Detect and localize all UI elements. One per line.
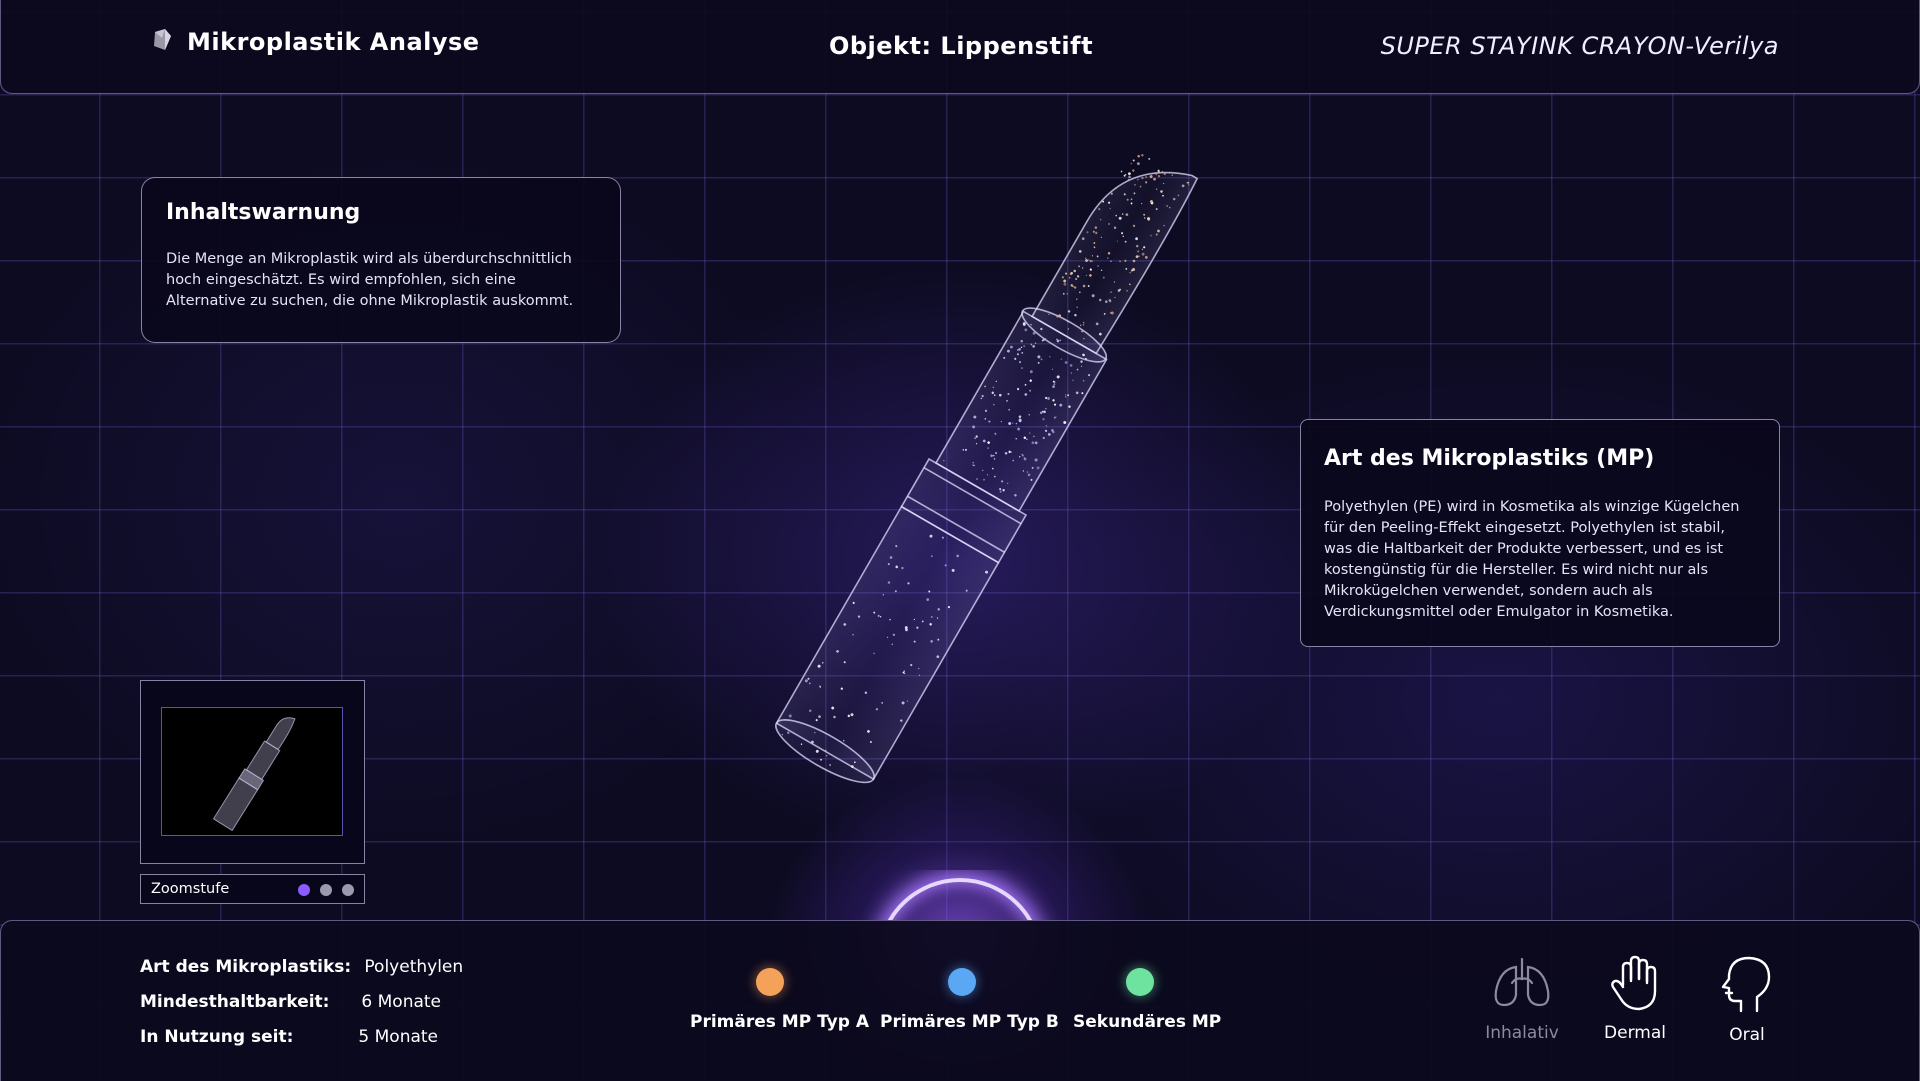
- legend-primary-a[interactable]: Primäres MP Typ A: [690, 968, 870, 1032]
- particle: [1128, 175, 1131, 179]
- thumbnail-preview[interactable]: [140, 680, 365, 864]
- platform-ring: [860, 870, 1060, 920]
- zoom-dot-3[interactable]: [342, 884, 354, 896]
- info-label: Art des Mikroplastiks:: [140, 957, 352, 977]
- particle: [1120, 170, 1123, 173]
- particle: [1130, 162, 1133, 165]
- zoom-label: Zoomstufe: [151, 881, 230, 897]
- particle: [1141, 154, 1144, 157]
- warning-text: Die Menge an Mikroplastik wird als überd…: [166, 251, 574, 309]
- zoom-dot-1[interactable]: [298, 884, 310, 896]
- route-label: Dermal: [1604, 1023, 1666, 1043]
- microplastic-type-text: Polyethylen (PE) wird in Kosmetika als w…: [1324, 499, 1740, 620]
- info-value: 6 Monate: [361, 992, 442, 1012]
- route-label: Oral: [1729, 1025, 1765, 1045]
- info-value: 5 Monate: [358, 1027, 439, 1047]
- info-row-shelf-life: Mindesthaltbarkeit: 6 Monate: [140, 992, 441, 1012]
- route-label: Inhalativ: [1485, 1023, 1559, 1043]
- particle: [1137, 154, 1141, 158]
- particle: [1132, 169, 1135, 172]
- lungs-icon: [1490, 957, 1554, 1015]
- particle: [1136, 162, 1140, 166]
- route-dermal[interactable]: Dermal: [1590, 955, 1680, 1043]
- info-label: Mindesthaltbarkeit:: [140, 992, 330, 1012]
- legend-dot: [948, 968, 976, 996]
- info-label: In Nutzung seit:: [140, 1027, 294, 1047]
- info-row-type: Art des Mikroplastiks: Polyethylen: [140, 957, 463, 977]
- legend-secondary[interactable]: Sekundäres MP: [1073, 968, 1222, 1032]
- particle: [1128, 172, 1131, 176]
- legend-label: Primäres MP Typ A: [690, 1012, 870, 1032]
- microplastic-type-title: Art des Mikroplastiks (MP): [1324, 446, 1655, 471]
- zoom-dot-2[interactable]: [320, 884, 332, 896]
- hand-icon: [1607, 955, 1663, 1015]
- warning-title: Inhaltswarnung: [166, 200, 361, 225]
- head-icon: [1719, 956, 1775, 1017]
- legend-dot: [1126, 968, 1154, 996]
- zoom-level-control: Zoomstufe: [140, 874, 365, 904]
- legend-label: Sekundäres MP: [1073, 1012, 1222, 1032]
- thumbnail-viewport[interactable]: [161, 707, 343, 836]
- legend-dot: [756, 968, 784, 996]
- warning-card: Inhaltswarnung Die Menge an Mikroplastik…: [141, 177, 621, 343]
- legend-primary-b[interactable]: Primäres MP Typ B: [880, 968, 1059, 1032]
- route-inhalative[interactable]: Inhalativ: [1477, 955, 1567, 1043]
- route-oral[interactable]: Oral: [1702, 955, 1792, 1045]
- info-row-in-use: In Nutzung seit: 5 Monate: [140, 1027, 438, 1047]
- particle: [1148, 157, 1151, 160]
- microplastic-type-card: Art des Mikroplastiks (MP) Polyethylen (…: [1300, 419, 1780, 647]
- info-value: Polyethylen: [364, 957, 464, 977]
- lipstick-thumbnail: [212, 717, 296, 832]
- particle: [1132, 159, 1135, 162]
- legend-label: Primäres MP Typ B: [880, 1012, 1059, 1032]
